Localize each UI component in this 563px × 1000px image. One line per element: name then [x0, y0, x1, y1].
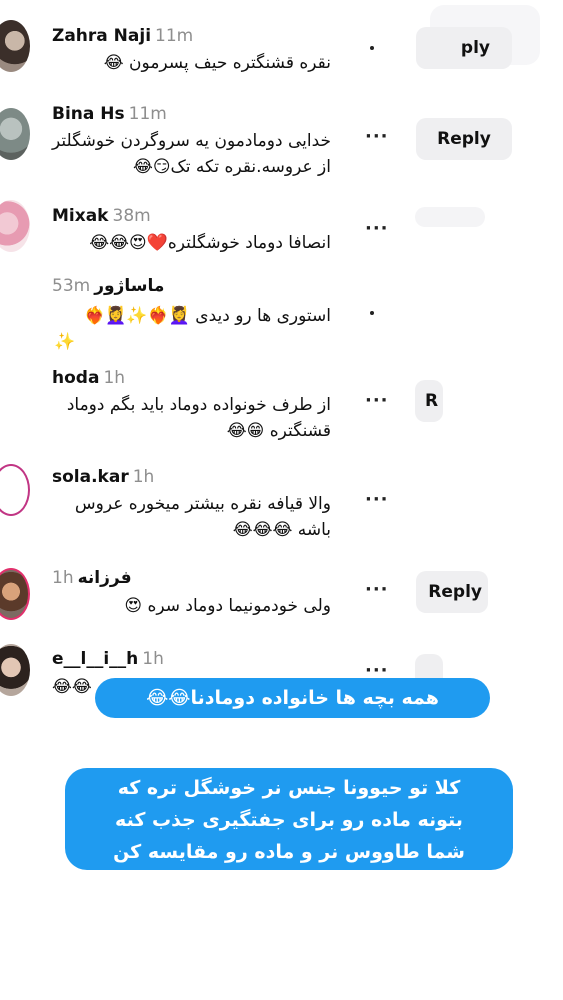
comment-text: نقره قشنگتره حیف پسرمون 😂 [46, 50, 331, 76]
reply-button[interactable]: Reply [416, 118, 512, 160]
comment-line: ولی خودمونیما دوماد سره 😍 [124, 596, 331, 616]
comment-line: خدایی دومادمون یه سروگردن خوشگلتر [52, 131, 331, 151]
comment-time: 38m [112, 206, 151, 226]
username-text[interactable]: Zahra Naji [52, 26, 151, 46]
caption-line: کلا تو حیوونا جنس نر خوشگل تره که [117, 777, 461, 799]
caption-line: بتونه ماده رو برای جفتگیری جذب کنه [115, 809, 463, 831]
username-text[interactable]: sola.kar [52, 467, 129, 487]
comment-text: استوری ها رو دیدی 💆‍♀️❤️‍🔥✨💆‍♀️❤️‍🔥 ✨ [46, 303, 331, 355]
username-text[interactable]: hoda [52, 368, 99, 388]
comment-time: 1h [142, 649, 164, 669]
username-text[interactable]: فرزانه [78, 568, 132, 588]
reply-button[interactable]: R [415, 380, 443, 422]
more-dot [370, 46, 374, 50]
comment-text: ولی خودمونیما دوماد سره 😍 [46, 593, 331, 619]
more-options-icon[interactable]: ··· [365, 390, 389, 411]
comment-line: نقره قشنگتره حیف پسرمون 😂 [103, 53, 331, 73]
comment-line: از عروسه.نقره تکه تک😏😂 [132, 157, 331, 177]
username-text[interactable]: e__l__i__h [52, 649, 138, 669]
comment-line: ✨ [54, 332, 76, 352]
comment-time: 1h [132, 467, 155, 487]
comment-username[interactable]: Zahra Naji 11m [52, 26, 193, 46]
avatar[interactable] [0, 108, 30, 160]
comment-username[interactable]: 1h فرزانه [52, 568, 132, 588]
comment-time: 11m [128, 104, 167, 124]
comment-username[interactable]: Bina Hs 11m [52, 104, 167, 124]
comment-time: 11m [155, 26, 194, 46]
avatar[interactable] [0, 464, 30, 516]
comment-line: والا قیافه نقره بیشتر میخوره عروس [74, 494, 331, 514]
reply-button[interactable]: ply [416, 27, 512, 69]
comment-line: استوری ها رو دیدی 💆‍♀️❤️‍🔥✨💆‍♀️❤️‍🔥 [84, 306, 331, 326]
comment-time: 1h [52, 568, 74, 588]
comment-text: از طرف خونواده دوماد باید بگم دوماد قشنگ… [46, 392, 331, 444]
avatar[interactable] [0, 200, 30, 252]
comment-time: 53m [52, 276, 91, 296]
comment-username[interactable]: Mixak 38m [52, 206, 151, 226]
story-caption-1: همه بچه ها خانواده دومادنا😂😂 [95, 678, 490, 718]
avatar[interactable] [0, 568, 30, 620]
username-text[interactable]: ماساژور [94, 276, 164, 296]
comment-line: از طرف خونواده دوماد باید بگم دوماد [66, 395, 331, 415]
comment-username[interactable]: 53m ماساژور [52, 276, 164, 296]
comment-username[interactable]: e__l__i__h 1h [52, 649, 164, 669]
reply-button[interactable]: Reply [416, 571, 488, 613]
avatar[interactable] [0, 644, 30, 696]
background-shape [415, 207, 485, 227]
more-options-icon[interactable]: ··· [365, 126, 389, 147]
more-options-icon[interactable]: ··· [365, 579, 389, 600]
comment-username[interactable]: hoda 1h [52, 368, 125, 388]
comment-line: باشه 😂😂😂 [232, 520, 331, 540]
comment-text: انصافا دوماد خوشگلتره❤️😍😂😂 [46, 230, 331, 256]
username-text[interactable]: Mixak [52, 206, 109, 226]
comment-username[interactable]: sola.kar 1h [52, 467, 154, 487]
comment-time: 1h [103, 368, 126, 388]
avatar[interactable] [0, 20, 30, 72]
username-text[interactable]: Bina Hs [52, 104, 125, 124]
more-options-icon[interactable]: ··· [365, 218, 389, 239]
comment-line: انصافا دوماد خوشگلتره❤️😍😂😂 [89, 233, 331, 253]
comment-text: خدایی دومادمون یه سروگردن خوشگلتر از عرو… [46, 128, 331, 180]
more-options-icon[interactable]: ··· [365, 489, 389, 510]
story-caption-2: کلا تو حیوونا جنس نر خوشگل تره که بتونه … [65, 768, 513, 870]
more-dot [370, 311, 374, 315]
comment-text: والا قیافه نقره بیشتر میخوره عروس باشه 😂… [46, 491, 331, 543]
caption-line: شما طاووس نر و ماده رو مقایسه کن [113, 841, 465, 863]
comment-line: قشنگتره 😁😂 [226, 421, 331, 441]
